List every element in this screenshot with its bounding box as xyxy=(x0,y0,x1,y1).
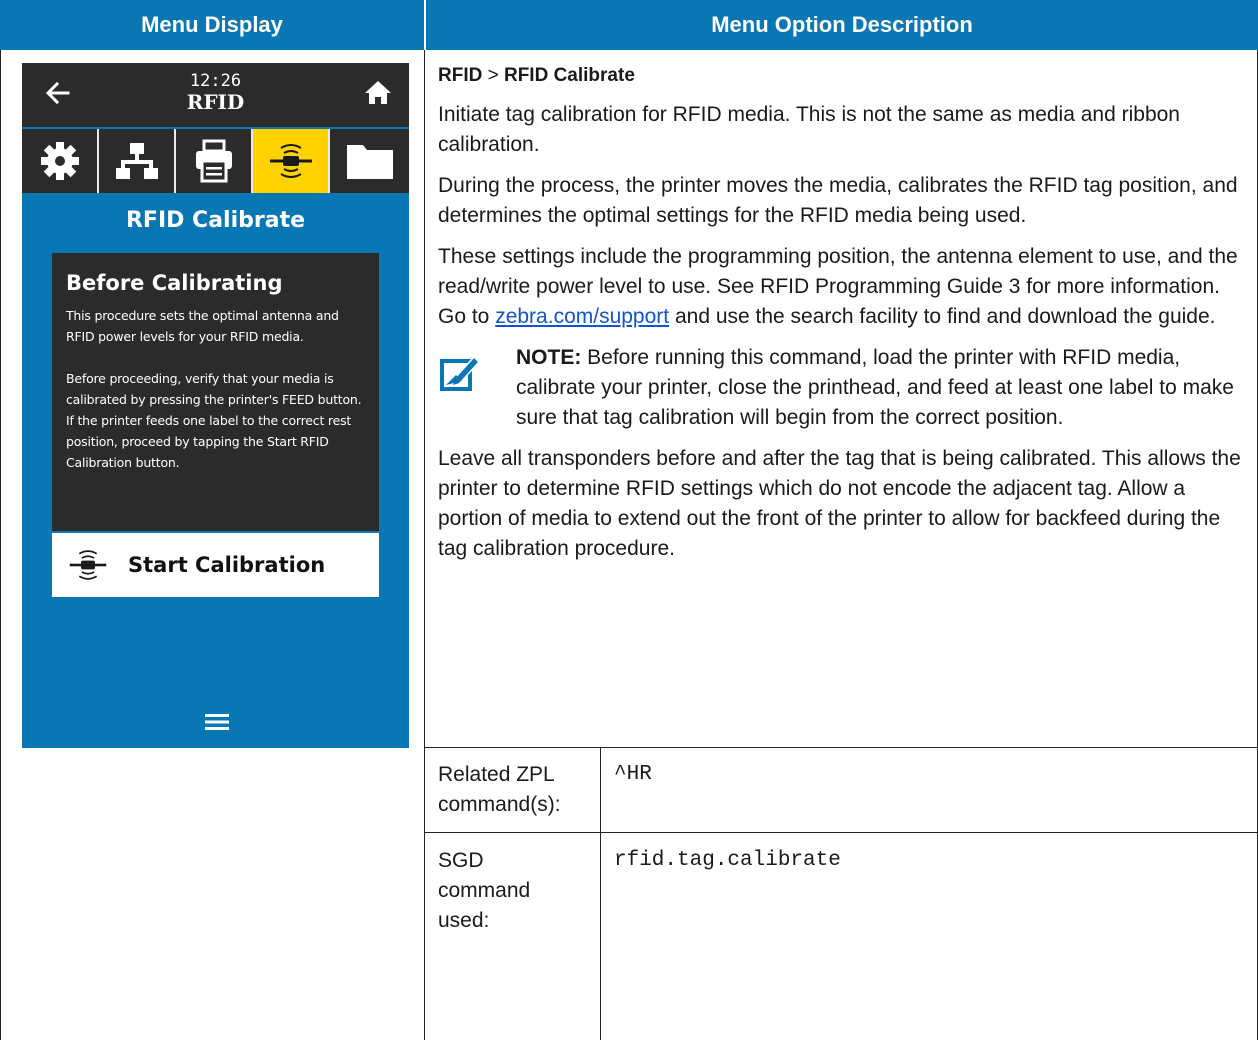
network-icon xyxy=(115,143,158,179)
menu-option-table: Menu Display Menu Option Description 12:… xyxy=(0,0,1258,1040)
zpl-command-label-line: Related ZPL xyxy=(438,763,555,786)
display-top-bar: 12:26 RFID xyxy=(22,63,409,127)
description-text: and use the search facility to find and … xyxy=(669,305,1216,328)
description-paragraph: During the process, the printer moves th… xyxy=(438,174,1238,227)
start-calibration-label: Start Calibration xyxy=(128,553,326,577)
zpl-command-value: ^HR xyxy=(614,763,652,786)
tab-settings[interactable] xyxy=(22,129,99,193)
sgd-command-label-line: used: xyxy=(438,909,490,932)
folder-icon xyxy=(346,145,393,179)
display-category-tabs xyxy=(22,129,409,193)
table-border-middle xyxy=(424,50,425,1040)
printer-icon xyxy=(195,139,232,183)
info-panel-paragraph: This procedure sets the optimal antenna … xyxy=(66,308,339,344)
tab-rfid[interactable] xyxy=(253,129,330,193)
tab-storage[interactable] xyxy=(330,129,409,193)
zpl-command-label-line: command(s): xyxy=(438,793,561,816)
info-panel: Before Calibrating This procedure sets t… xyxy=(52,253,379,531)
gear-icon xyxy=(40,142,79,180)
home-icon[interactable] xyxy=(363,77,393,107)
header-menu-option-description: Menu Option Description xyxy=(426,0,1258,50)
info-panel-paragraph: Before proceeding, verify that your medi… xyxy=(66,371,362,470)
tab-network[interactable] xyxy=(99,129,176,193)
screen-title: RFID Calibrate xyxy=(125,208,306,233)
breadcrumb: RFID > RFID Calibrate xyxy=(438,63,1243,89)
sgd-command-label-line: SGD xyxy=(438,849,484,872)
start-calibration-button[interactable]: Start Calibration xyxy=(52,533,379,597)
printer-display: 12:26 RFID RFID Calibrate Before Calibra… xyxy=(22,63,409,748)
breadcrumb-option: RFID Calibrate xyxy=(503,65,635,86)
sgd-command-label-line: command xyxy=(438,879,531,902)
command-column-divider xyxy=(600,747,601,1040)
info-panel-title: Before Calibrating xyxy=(66,271,283,295)
display-time: 12:26 xyxy=(189,71,242,91)
sgd-command-value: rfid.tag.calibrate xyxy=(614,849,841,872)
zpl-command-label: Related ZPL command(s): xyxy=(438,760,561,820)
description-paragraph: These settings include the programming p… xyxy=(438,242,1243,332)
description-paragraph: Leave all transponders before and after … xyxy=(438,447,1241,560)
tab-print[interactable] xyxy=(176,129,253,193)
breadcrumb-separator: > xyxy=(482,65,504,86)
note-callout: NOTE: Before running this command, load … xyxy=(438,343,1243,433)
table-border-left xyxy=(0,50,1,1040)
row-divider-description xyxy=(424,747,1258,748)
menu-icon[interactable] xyxy=(205,713,229,731)
note-label: NOTE: xyxy=(516,346,582,369)
note-text: Before running this command, load the pr… xyxy=(516,346,1234,429)
support-link[interactable]: zebra.com/support xyxy=(495,305,669,328)
option-description: RFID > RFID Calibrate Initiate tag calib… xyxy=(438,63,1243,575)
display-mode: RFID xyxy=(186,90,245,114)
info-panel-text: This procedure sets the optimal antenna … xyxy=(66,305,365,473)
note-pencil-icon xyxy=(440,355,480,391)
description-paragraph: Initiate tag calibration for RFID media.… xyxy=(438,103,1180,156)
header-menu-display: Menu Display xyxy=(0,0,424,50)
sgd-command-label: SGD command used: xyxy=(438,846,530,936)
row-divider-zpl xyxy=(424,832,1258,833)
breadcrumb-menu: RFID xyxy=(438,65,483,86)
rfid-icon xyxy=(269,144,312,178)
rfid-icon xyxy=(69,550,107,580)
